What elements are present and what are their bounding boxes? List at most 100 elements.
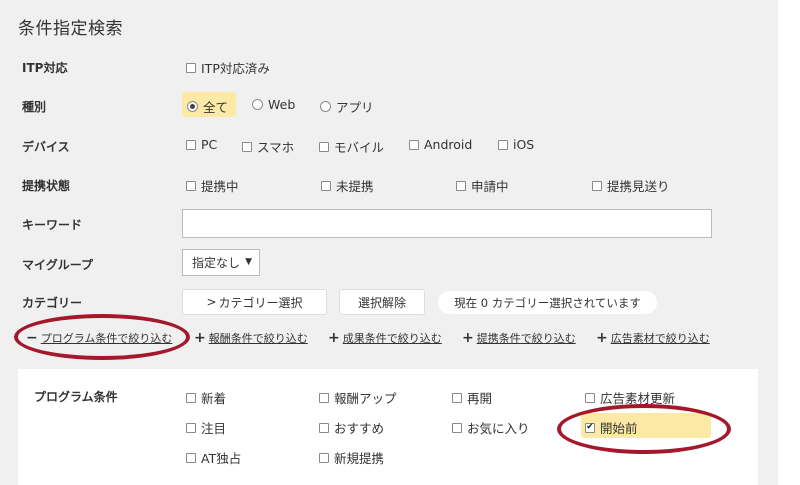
checkbox-box[interactable] xyxy=(186,452,196,463)
mygroup-select[interactable]: 指定なし ▼ xyxy=(182,249,260,276)
condition-checkbox-favorite[interactable]: お気に入り xyxy=(452,418,530,437)
checkbox-box[interactable] xyxy=(456,180,466,191)
checkbox-box[interactable] xyxy=(498,139,508,150)
affiliation-option-label: 未提携 xyxy=(336,179,374,194)
device-option-label: iOS xyxy=(513,137,535,152)
device-option-label: スマホ xyxy=(257,140,295,155)
type-radio-web[interactable]: Web xyxy=(252,97,295,112)
filter-result-link[interactable]: + 成果条件で絞り込む xyxy=(328,330,442,346)
condition-option-label: 新着 xyxy=(201,391,227,406)
plus-icon: + xyxy=(328,330,340,346)
checkbox-box[interactable] xyxy=(319,422,329,433)
radio-button[interactable] xyxy=(187,101,198,112)
checkbox-box[interactable] xyxy=(319,452,329,463)
filter-creative-label: 広告素材で絞り込む xyxy=(610,332,710,345)
condition-option-label: 注目 xyxy=(201,421,227,436)
condition-checkbox-new-partnership[interactable]: 新規提携 xyxy=(319,448,384,467)
condition-checkbox-creative-updated[interactable]: 広告素材更新 xyxy=(585,388,675,407)
device-option-label: PC xyxy=(201,137,218,152)
condition-checkbox-recommended[interactable]: おすすめ xyxy=(319,418,384,437)
checkbox-box[interactable] xyxy=(186,62,196,73)
condition-option-label: 広告素材更新 xyxy=(600,391,676,406)
condition-checkbox-before-start[interactable]: ✔ 開始前 xyxy=(585,418,638,437)
condition-checkbox-new[interactable]: 新着 xyxy=(186,388,226,407)
filter-program-link[interactable]: − プログラム条件で絞り込む xyxy=(26,330,172,346)
keyword-label: キーワード xyxy=(22,218,83,232)
plus-icon: + xyxy=(194,330,206,346)
itp-option-label: ITP対応済み xyxy=(201,61,270,76)
plus-icon: + xyxy=(462,330,474,346)
checkbox-box[interactable] xyxy=(452,392,462,403)
minus-icon: − xyxy=(26,330,38,346)
checkbox-box[interactable] xyxy=(186,422,196,433)
checkbox-box[interactable] xyxy=(319,392,329,403)
condition-option-label: AT独占 xyxy=(201,451,242,466)
plus-icon: + xyxy=(596,330,608,346)
checkbox-box[interactable] xyxy=(409,139,419,150)
checkbox-box[interactable] xyxy=(592,180,602,191)
affiliation-label: 提携状態 xyxy=(22,179,71,193)
device-option-label: モバイル xyxy=(334,140,385,155)
affiliation-option-label: 提携中 xyxy=(201,179,239,194)
checkbox-box-checked[interactable]: ✔ xyxy=(585,422,595,433)
device-checkbox-pc[interactable]: PC xyxy=(186,137,217,152)
type-radio-all[interactable]: 全て xyxy=(187,97,228,116)
checkbox-box[interactable] xyxy=(186,392,196,403)
condition-option-label: 開始前 xyxy=(600,421,638,436)
condition-checkbox-at-exclusive[interactable]: AT独占 xyxy=(186,448,241,467)
condition-checkbox-reward-up[interactable]: 報酬アップ xyxy=(319,388,397,407)
checkbox-box[interactable] xyxy=(321,180,331,191)
chevron-right-icon: > xyxy=(206,295,217,309)
condition-checkbox-featured[interactable]: 注目 xyxy=(186,418,226,437)
affiliation-checkbox-declined[interactable]: 提携見送り xyxy=(592,176,670,195)
checkbox-box[interactable] xyxy=(585,392,595,403)
category-select-label: カテゴリー選択 xyxy=(218,295,303,310)
program-conditions-label: プログラム条件 xyxy=(34,390,118,404)
category-select-button[interactable]: > カテゴリー選択 xyxy=(182,289,327,315)
checkbox-box[interactable] xyxy=(452,422,462,433)
device-label: デバイス xyxy=(22,140,70,154)
condition-option-label: お気に入り xyxy=(467,421,530,436)
filter-creative-link[interactable]: + 広告素材で絞り込む xyxy=(596,330,710,346)
page-title: 条件指定検索 xyxy=(18,19,123,39)
filter-reward-label: 報酬条件で絞り込む xyxy=(208,332,308,345)
affiliation-checkbox-active[interactable]: 提携中 xyxy=(186,176,239,195)
device-checkbox-smartphone[interactable]: スマホ xyxy=(242,137,294,156)
device-checkbox-mobile[interactable]: モバイル xyxy=(319,137,384,156)
checkbox-box[interactable] xyxy=(186,180,196,191)
category-label: カテゴリー xyxy=(22,296,83,310)
filter-partner-label: 提携条件で絞り込む xyxy=(476,332,576,345)
type-label: 種別 xyxy=(22,100,47,114)
dropdown-arrow-icon: ▼ xyxy=(245,257,252,267)
type-radio-app[interactable]: アプリ xyxy=(320,97,374,116)
keyword-input[interactable] xyxy=(182,209,712,238)
device-checkbox-ios[interactable]: iOS xyxy=(498,137,534,152)
condition-option-label: 再開 xyxy=(467,391,493,406)
checkbox-box[interactable] xyxy=(242,141,252,152)
filter-partner-link[interactable]: + 提携条件で絞り込む xyxy=(462,330,576,346)
checkbox-box[interactable] xyxy=(319,141,329,152)
type-option-label: 全て xyxy=(203,100,229,115)
mygroup-label: マイグループ xyxy=(22,258,94,272)
category-clear-button[interactable]: 選択解除 xyxy=(339,289,425,315)
affiliation-checkbox-pending[interactable]: 申請中 xyxy=(456,176,509,195)
affiliation-checkbox-unaffiliated[interactable]: 未提携 xyxy=(321,176,374,195)
filter-result-label: 成果条件で絞り込む xyxy=(342,332,442,345)
condition-option-label: 報酬アップ xyxy=(334,391,397,406)
filter-reward-link[interactable]: + 報酬条件で絞り込む xyxy=(194,330,308,346)
condition-checkbox-resumed[interactable]: 再開 xyxy=(452,388,492,407)
type-option-label: アプリ xyxy=(336,100,374,115)
affiliation-option-label: 申請中 xyxy=(471,179,509,194)
condition-option-label: おすすめ xyxy=(334,421,385,436)
itp-label: ITP対応 xyxy=(22,61,68,75)
affiliation-option-label: 提携見送り xyxy=(607,179,670,194)
condition-option-label: 新規提携 xyxy=(334,451,385,466)
checkbox-box[interactable] xyxy=(186,139,196,150)
radio-button[interactable] xyxy=(252,99,263,110)
filter-program-label: プログラム条件で絞り込む xyxy=(40,332,173,345)
device-checkbox-android[interactable]: Android xyxy=(409,137,472,152)
itp-checkbox[interactable]: ITP対応済み xyxy=(186,58,270,77)
type-option-label: Web xyxy=(268,97,296,112)
mygroup-selected-value: 指定なし xyxy=(192,256,241,270)
radio-button[interactable] xyxy=(320,101,331,112)
